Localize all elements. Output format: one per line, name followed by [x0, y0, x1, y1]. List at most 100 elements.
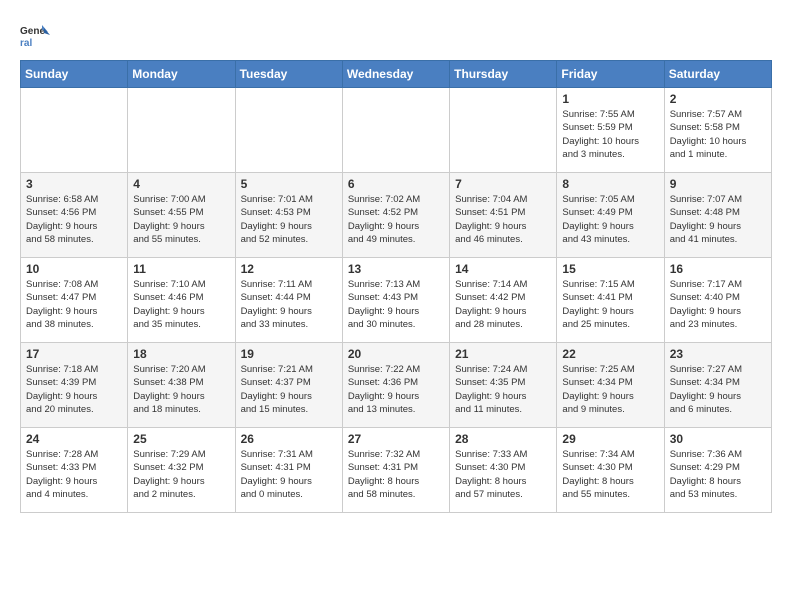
day-cell — [235, 88, 342, 173]
day-number: 25 — [133, 432, 229, 446]
day-number: 22 — [562, 347, 658, 361]
day-cell: 27 Sunrise: 7:32 AM Sunset: 4:31 PM Dayli… — [342, 428, 449, 513]
day-number: 13 — [348, 262, 444, 276]
day-number: 29 — [562, 432, 658, 446]
weekday-header-wednesday: Wednesday — [342, 61, 449, 88]
day-cell: 2 Sunrise: 7:57 AM Sunset: 5:58 PM Daylig… — [664, 88, 771, 173]
day-info: Sunrise: 7:24 AM Sunset: 4:35 PM Dayligh… — [455, 363, 551, 416]
day-cell: 8Sunrise: 7:05 AM Sunset: 4:49 PM Daylig… — [557, 173, 664, 258]
day-number: 4 — [133, 177, 229, 191]
day-cell: 10 Sunrise: 7:08 AM Sunset: 4:47 PM Dayli… — [21, 258, 128, 343]
svg-text:ral: ral — [20, 38, 32, 49]
weekday-header-row: SundayMondayTuesdayWednesdayThursdayFrid… — [21, 61, 772, 88]
week-row-1: 1 Sunrise: 7:55 AM Sunset: 5:59 PM Daylig… — [21, 88, 772, 173]
day-info: Sunrise: 7:11 AM Sunset: 4:44 PM Dayligh… — [241, 278, 337, 331]
day-number: 17 — [26, 347, 122, 361]
day-info: Sunrise: 7:20 AM Sunset: 4:38 PM Dayligh… — [133, 363, 229, 416]
day-info: Sunrise: 7:36 AM Sunset: 4:29 PM Dayligh… — [670, 448, 766, 501]
calendar-table: SundayMondayTuesdayWednesdayThursdayFrid… — [20, 60, 772, 513]
day-number: 5 — [241, 177, 337, 191]
day-info: Sunrise: 7:10 AM Sunset: 4:46 PM Dayligh… — [133, 278, 229, 331]
day-info: Sunrise: 7:01 AM Sunset: 4:53 PM Dayligh… — [241, 193, 337, 246]
day-info: Sunrise: 7:15 AM Sunset: 4:41 PM Dayligh… — [562, 278, 658, 331]
day-cell: 26Sunrise: 7:31 AM Sunset: 4:31 PM Dayli… — [235, 428, 342, 513]
day-info: Sunrise: 7:55 AM Sunset: 5:59 PM Dayligh… — [562, 108, 658, 161]
day-number: 10 — [26, 262, 122, 276]
logo-icon: Gene ral — [20, 20, 50, 50]
day-number: 6 — [348, 177, 444, 191]
day-cell: 24 Sunrise: 7:28 AM Sunset: 4:33 PM Dayli… — [21, 428, 128, 513]
day-number: 12 — [241, 262, 337, 276]
day-cell: 20 Sunrise: 7:22 AM Sunset: 4:36 PM Dayli… — [342, 343, 449, 428]
day-cell: 29 Sunrise: 7:34 AM Sunset: 4:30 PM Dayli… — [557, 428, 664, 513]
day-cell: 3Sunrise: 6:58 AM Sunset: 4:56 PM Daylig… — [21, 173, 128, 258]
day-info: Sunrise: 7:27 AM Sunset: 4:34 PM Dayligh… — [670, 363, 766, 416]
day-number: 2 — [670, 92, 766, 106]
day-number: 27 — [348, 432, 444, 446]
day-cell: 12 Sunrise: 7:11 AM Sunset: 4:44 PM Dayli… — [235, 258, 342, 343]
day-cell: 18Sunrise: 7:20 AM Sunset: 4:38 PM Dayli… — [128, 343, 235, 428]
day-number: 14 — [455, 262, 551, 276]
day-number: 30 — [670, 432, 766, 446]
header: Gene ral — [20, 20, 772, 50]
day-number: 1 — [562, 92, 658, 106]
day-cell: 11 Sunrise: 7:10 AM Sunset: 4:46 PM Dayli… — [128, 258, 235, 343]
weekday-header-friday: Friday — [557, 61, 664, 88]
day-cell: 23 Sunrise: 7:27 AM Sunset: 4:34 PM Dayli… — [664, 343, 771, 428]
day-number: 23 — [670, 347, 766, 361]
day-number: 24 — [26, 432, 122, 446]
day-info: Sunrise: 7:08 AM Sunset: 4:47 PM Dayligh… — [26, 278, 122, 331]
day-number: 15 — [562, 262, 658, 276]
day-cell: 9 Sunrise: 7:07 AM Sunset: 4:48 PM Daylig… — [664, 173, 771, 258]
day-cell: 16 Sunrise: 7:17 AM Sunset: 4:40 PM Dayli… — [664, 258, 771, 343]
day-cell: 25 Sunrise: 7:29 AM Sunset: 4:32 PM Dayli… — [128, 428, 235, 513]
day-info: Sunrise: 7:29 AM Sunset: 4:32 PM Dayligh… — [133, 448, 229, 501]
day-info: Sunrise: 7:02 AM Sunset: 4:52 PM Dayligh… — [348, 193, 444, 246]
day-info: Sunrise: 7:14 AM Sunset: 4:42 PM Dayligh… — [455, 278, 551, 331]
day-number: 11 — [133, 262, 229, 276]
week-row-5: 24 Sunrise: 7:28 AM Sunset: 4:33 PM Dayli… — [21, 428, 772, 513]
day-info: Sunrise: 7:13 AM Sunset: 4:43 PM Dayligh… — [348, 278, 444, 331]
day-info: Sunrise: 7:17 AM Sunset: 4:40 PM Dayligh… — [670, 278, 766, 331]
day-cell: 22 Sunrise: 7:25 AM Sunset: 4:34 PM Dayli… — [557, 343, 664, 428]
day-cell: 17 Sunrise: 7:18 AM Sunset: 4:39 PM Dayli… — [21, 343, 128, 428]
day-info: Sunrise: 7:57 AM Sunset: 5:58 PM Dayligh… — [670, 108, 766, 161]
day-number: 7 — [455, 177, 551, 191]
day-cell — [450, 88, 557, 173]
day-info: Sunrise: 7:05 AM Sunset: 4:49 PM Dayligh… — [562, 193, 658, 246]
weekday-header-monday: Monday — [128, 61, 235, 88]
day-info: Sunrise: 7:32 AM Sunset: 4:31 PM Dayligh… — [348, 448, 444, 501]
day-cell: 1 Sunrise: 7:55 AM Sunset: 5:59 PM Daylig… — [557, 88, 664, 173]
week-row-4: 17 Sunrise: 7:18 AM Sunset: 4:39 PM Dayli… — [21, 343, 772, 428]
day-info: Sunrise: 7:18 AM Sunset: 4:39 PM Dayligh… — [26, 363, 122, 416]
day-number: 16 — [670, 262, 766, 276]
day-info: Sunrise: 7:04 AM Sunset: 4:51 PM Dayligh… — [455, 193, 551, 246]
day-info: Sunrise: 7:22 AM Sunset: 4:36 PM Dayligh… — [348, 363, 444, 416]
day-cell: 28 Sunrise: 7:33 AM Sunset: 4:30 PM Dayli… — [450, 428, 557, 513]
day-cell — [342, 88, 449, 173]
svg-text:Gene: Gene — [20, 26, 45, 37]
day-cell: 30 Sunrise: 7:36 AM Sunset: 4:29 PM Dayli… — [664, 428, 771, 513]
day-info: Sunrise: 7:28 AM Sunset: 4:33 PM Dayligh… — [26, 448, 122, 501]
day-number: 19 — [241, 347, 337, 361]
day-number: 9 — [670, 177, 766, 191]
day-info: Sunrise: 7:34 AM Sunset: 4:30 PM Dayligh… — [562, 448, 658, 501]
day-info: Sunrise: 7:07 AM Sunset: 4:48 PM Dayligh… — [670, 193, 766, 246]
weekday-header-tuesday: Tuesday — [235, 61, 342, 88]
day-number: 28 — [455, 432, 551, 446]
day-info: Sunrise: 6:58 AM Sunset: 4:56 PM Dayligh… — [26, 193, 122, 246]
day-info: Sunrise: 7:25 AM Sunset: 4:34 PM Dayligh… — [562, 363, 658, 416]
weekday-header-saturday: Saturday — [664, 61, 771, 88]
day-cell — [21, 88, 128, 173]
day-info: Sunrise: 7:00 AM Sunset: 4:55 PM Dayligh… — [133, 193, 229, 246]
day-cell: 14 Sunrise: 7:14 AM Sunset: 4:42 PM Dayli… — [450, 258, 557, 343]
day-cell: 6 Sunrise: 7:02 AM Sunset: 4:52 PM Daylig… — [342, 173, 449, 258]
day-cell: 13 Sunrise: 7:13 AM Sunset: 4:43 PM Dayli… — [342, 258, 449, 343]
week-row-2: 3Sunrise: 6:58 AM Sunset: 4:56 PM Daylig… — [21, 173, 772, 258]
day-cell: 7 Sunrise: 7:04 AM Sunset: 4:51 PM Daylig… — [450, 173, 557, 258]
day-cell — [128, 88, 235, 173]
day-info: Sunrise: 7:33 AM Sunset: 4:30 PM Dayligh… — [455, 448, 551, 501]
week-row-3: 10 Sunrise: 7:08 AM Sunset: 4:47 PM Dayli… — [21, 258, 772, 343]
day-number: 21 — [455, 347, 551, 361]
day-number: 20 — [348, 347, 444, 361]
